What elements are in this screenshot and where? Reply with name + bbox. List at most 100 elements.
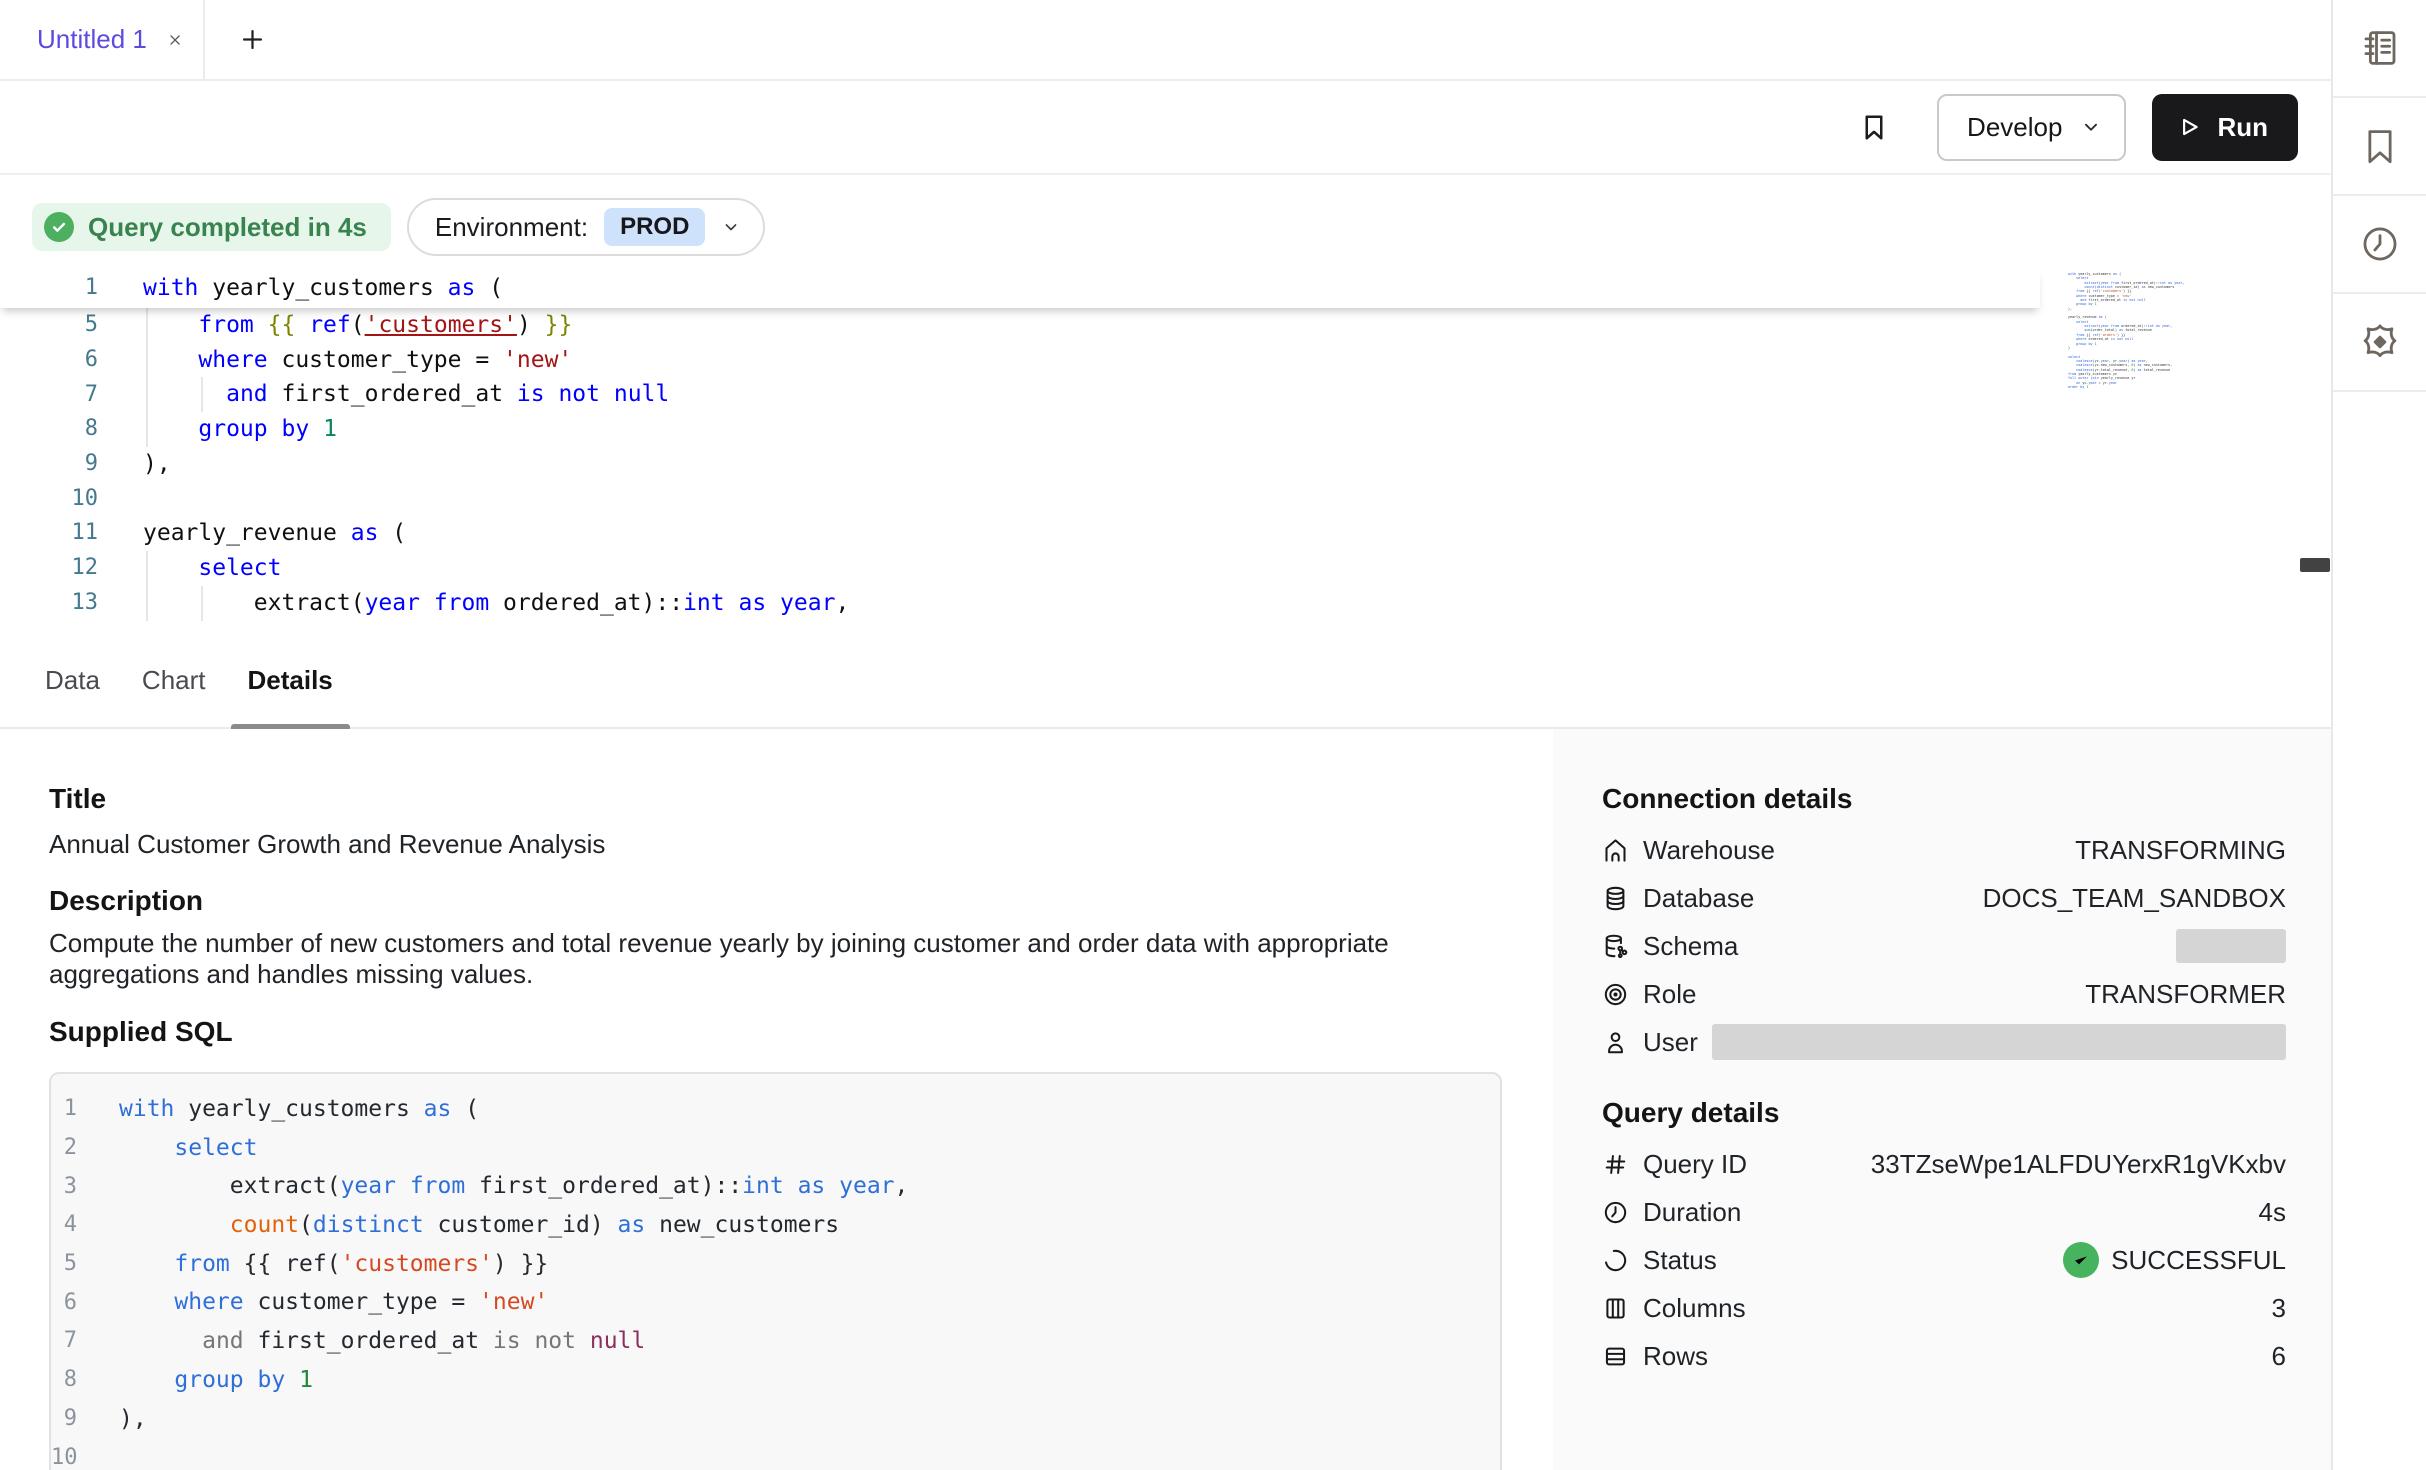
row-value: 4s (1741, 1197, 2286, 1228)
status-text: SUCCESSFUL (2111, 1245, 2286, 1276)
line-number: 7 (0, 384, 98, 406)
connection-row: WarehouseTRANSFORMING (1602, 826, 2286, 874)
code-line: 9), (0, 447, 2040, 482)
tab-data[interactable]: Data (28, 633, 117, 727)
environment-selector[interactable]: Environment: PROD (407, 198, 766, 256)
row-label: Duration (1643, 1197, 1741, 1228)
minimap-line: order by 1 (2068, 385, 2190, 389)
tab-bar: Untitled 1 (0, 0, 2331, 81)
query-row: Rows6 (1602, 1332, 2286, 1380)
code-line: 7 and first_ordered_at is not null (0, 377, 2040, 412)
row-value: SUCCESSFUL (1717, 1242, 2286, 1278)
code-line: 12 select (0, 551, 2040, 586)
code-text: from {{ ref('customers') }} (98, 308, 572, 343)
editor-minimap[interactable]: with yearly_customers as ( select extrac… (2068, 272, 2190, 398)
row-label: Schema (1643, 931, 1738, 962)
bookmark-icon (2359, 125, 2401, 167)
line-number: 1 (0, 277, 98, 299)
sql-editor[interactable]: Query completed in 4s Environment: PROD … (0, 175, 2331, 633)
connection-row: Schema (1602, 922, 2286, 970)
tab-label: Untitled 1 (37, 24, 147, 55)
code-line: 9), (51, 1400, 1500, 1439)
environment-value-chip: PROD (604, 208, 705, 246)
line-number: 5 (51, 1253, 77, 1275)
connection-row: DatabaseDOCS_TEAM_SANDBOX (1602, 874, 2286, 922)
query-row: Columns3 (1602, 1284, 2286, 1332)
sidebar-item-notebook[interactable] (2333, 0, 2426, 98)
code-text: group by 1 (77, 1361, 313, 1400)
supplied-sql-heading: Supplied SQL (49, 1016, 233, 1048)
code-text: where customer_type = 'new' (98, 343, 572, 378)
line-number: 10 (51, 1447, 77, 1469)
warehouse-icon (1602, 837, 1629, 864)
description-heading: Description (49, 885, 203, 917)
code-line: 8 group by 1 (51, 1361, 1500, 1400)
line-number: 9 (0, 453, 98, 475)
row-label: Warehouse (1643, 835, 1775, 866)
code-text: and first_ordered_at is not null (77, 1322, 645, 1361)
row-label: Role (1643, 979, 1696, 1010)
line-number: 4 (51, 1214, 77, 1236)
rows-icon (1602, 1343, 1629, 1370)
editor-lines[interactable]: 5 from {{ ref('customers') }}6 where cus… (0, 308, 2040, 620)
tab-untitled-1[interactable]: Untitled 1 (0, 0, 205, 79)
line-number: 5 (0, 314, 98, 336)
line-number: 10 (0, 488, 98, 510)
code-text: and first_ordered_at is not null (98, 377, 669, 412)
schema-icon (1602, 933, 1629, 960)
line-number: 6 (51, 1292, 77, 1314)
develop-button[interactable]: Develop (1937, 94, 2126, 161)
title-value: Annual Customer Growth and Revenue Analy… (49, 829, 605, 860)
clock-icon (1602, 1199, 1629, 1226)
editor-scrollbar[interactable] (2300, 558, 2330, 572)
check-circle-icon (44, 212, 74, 242)
bookmark-button[interactable] (1859, 109, 1889, 145)
row-label: Query ID (1643, 1149, 1747, 1180)
row-label: User (1643, 1027, 1698, 1058)
new-tab-button[interactable] (239, 26, 266, 53)
tab-chart[interactable]: Chart (125, 633, 223, 727)
row-value: 6 (1708, 1341, 2286, 1372)
code-line: 4 count(distinct customer_id) as new_cus… (51, 1206, 1500, 1245)
line-number: 7 (51, 1330, 77, 1352)
row-value (1738, 929, 2286, 963)
redacted-value (1712, 1024, 2286, 1060)
code-line: 6 where customer_type = 'new' (51, 1283, 1500, 1322)
query-rows: Query ID33TZseWpe1ALFDUYerxR1gVKxbv Durat… (1602, 1140, 2286, 1380)
code-line: 10 (51, 1438, 1500, 1470)
tab-details[interactable]: Details (231, 633, 350, 727)
close-icon[interactable] (167, 28, 183, 52)
toolbar: Develop Run (0, 81, 2331, 175)
line-number: 8 (0, 418, 98, 440)
code-text: ), (77, 1400, 147, 1439)
row-value (1698, 1024, 2286, 1060)
run-button[interactable]: Run (2152, 94, 2298, 161)
code-line: 13 extract(year from ordered_at)::int as… (0, 586, 2040, 621)
query-row: StatusSUCCESSFUL (1602, 1236, 2286, 1284)
query-row: Query ID33TZseWpe1ALFDUYerxR1gVKxbv (1602, 1140, 2286, 1188)
chevron-down-icon (2080, 116, 2102, 138)
app: Untitled 1 Develop Run Query completed i… (0, 0, 2426, 1470)
supplied-sql-block: 1with yearly_customers as (2 select3 ext… (49, 1072, 1502, 1470)
run-label: Run (2217, 112, 2268, 143)
role-icon (1602, 981, 1629, 1008)
row-label: Database (1643, 883, 1754, 914)
code-text: ), (98, 447, 171, 482)
code-text: count(distinct customer_id) as new_custo… (77, 1206, 839, 1245)
code-line: 5 from {{ ref('customers') }} (0, 308, 2040, 343)
sidebar-item-bookmark[interactable] (2333, 98, 2426, 196)
sidebar-item-history[interactable] (2333, 196, 2426, 294)
code-text: where customer_type = 'new' (77, 1283, 548, 1322)
code-line: 10 (0, 481, 2040, 516)
chevron-down-icon (721, 217, 741, 237)
row-label: Columns (1643, 1293, 1746, 1324)
code-line: 7 and first_ordered_at is not null (51, 1322, 1500, 1361)
query-status-badge: Query completed in 4s (32, 203, 391, 251)
connection-row: User (1602, 1018, 2286, 1066)
code-line: 2 select (51, 1129, 1500, 1168)
line-number: 3 (51, 1176, 77, 1198)
row-value: TRANSFORMER (1696, 979, 2286, 1010)
sidebar-item-explore[interactable] (2333, 294, 2426, 392)
code-line: 11yearly_revenue as ( (0, 516, 2040, 551)
line-number: 1 (51, 1098, 77, 1120)
